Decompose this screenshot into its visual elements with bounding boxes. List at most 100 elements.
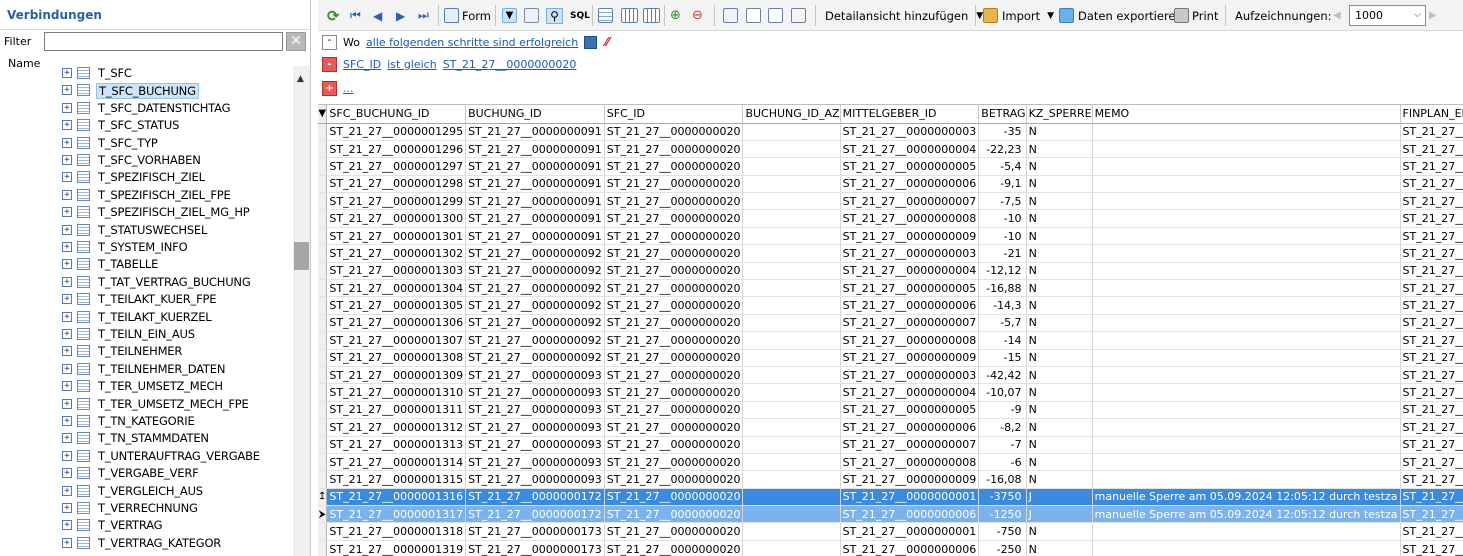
table-cell[interactable]: ST_21_27__0000000006 [840,505,980,524]
table-cell[interactable]: ST_21_27__0000000004 [840,140,980,159]
tree-item[interactable]: + T_SFC_TYP [0,135,293,152]
table-cell[interactable]: ST_21_27__0000000429 [1400,366,1463,385]
table-cell[interactable] [742,540,841,556]
table-cell[interactable]: ST_21_27__0000000008 [840,209,980,228]
table-cell[interactable]: -8,2 [978,418,1027,437]
table-cell[interactable] [1092,453,1401,472]
table-cell[interactable] [1092,366,1401,385]
table-cell[interactable]: ST_21_27__0000000093 [465,470,605,489]
table-cell[interactable]: ST_21_27__0000001301 [326,227,467,246]
table-cell[interactable]: -9 [978,401,1027,420]
table-cell[interactable]: ST_21_27__0000000020 [604,227,744,246]
scroll-up-icon[interactable]: ▲ [297,74,304,84]
table-cell[interactable] [1092,401,1401,420]
table-cell[interactable] [1092,192,1401,211]
save-filter-icon[interactable] [584,35,598,49]
tree-item[interactable]: + T_TN_STAMMDATEN [0,430,293,447]
table-cell[interactable]: ST_21_27__0000000429 [1400,470,1463,489]
table-cell[interactable]: ST_21_27__0000000420 [1400,488,1463,507]
row-header[interactable] [318,175,328,194]
table-cell[interactable]: ST_21_27__0000001303 [326,262,467,281]
table-cell[interactable] [1092,314,1401,333]
table-cell[interactable] [1092,296,1401,315]
tree-item[interactable]: + T_VERTRAG_KATEGOR [0,535,293,552]
table-cell[interactable]: ST_21_27__0000000091 [465,192,605,211]
table-cell[interactable]: ST_21_27__0000000173 [465,522,605,541]
table-cell[interactable]: manuelle Sperre am 05.09.2024 12:05:12 d… [1092,505,1401,524]
criteria-field[interactable]: SFC_ID [343,58,381,71]
expand-icon[interactable]: + [62,363,72,374]
table-cell[interactable]: N [1026,470,1093,489]
table-cell[interactable]: ST_21_27__0000001302 [326,244,467,263]
table-cell[interactable]: ST_21_27__0000000091 [465,227,605,246]
table-cell[interactable]: ST_21_27__0000000429 [1400,157,1463,176]
table-cell[interactable]: ST_21_27__0000000020 [604,157,744,176]
row-header[interactable] [318,244,328,263]
table-cell[interactable]: ST_21_27__0000000020 [604,296,744,315]
last-record-button[interactable]: ⏭ [418,5,429,26]
table-cell[interactable] [742,418,841,437]
table-cell[interactable]: ST_21_27__0000000020 [604,453,744,472]
row-header[interactable]: ↥ [318,488,328,507]
table-cell[interactable] [742,401,841,420]
table-cell[interactable]: ST_21_27__0000000092 [465,349,605,367]
table-cell[interactable] [742,470,841,489]
expand-icon[interactable]: + [62,537,72,548]
expand-icon[interactable]: + [62,520,72,531]
table-row[interactable]: ST_21_27__0000001299 ST_21_27__0000000091… [318,192,1463,211]
table-cell[interactable]: ST_21_27__0000000420 [1400,540,1463,556]
row-header[interactable] [318,209,328,228]
table-cell[interactable]: ST_21_27__0000000007 [840,192,980,211]
tree-item[interactable]: + T_TEILAKT_KUER_FPE [0,291,293,308]
table-cell[interactable]: N [1026,279,1093,298]
table-cell[interactable] [1092,540,1401,556]
table-row[interactable]: ST_21_27__0000001301 ST_21_27__0000000091… [318,227,1463,246]
table-cell[interactable]: N [1026,401,1093,420]
row-header[interactable] [318,331,328,350]
column-header[interactable]: BUCHUNG_ID [465,105,605,124]
table-row[interactable]: ST_21_27__0000001312 ST_21_27__0000000093… [318,418,1463,437]
table-cell[interactable]: N [1026,331,1093,350]
table-row[interactable]: ST_21_27__0000001302 ST_21_27__0000000092… [318,244,1463,263]
criteria-value[interactable]: ST_21_27__0000000020 [443,58,577,71]
table-cell[interactable]: ST_21_27__0000001315 [326,470,467,489]
records-prev-button[interactable]: ◀ [1333,5,1341,26]
table-row[interactable]: ST_21_27__0000001296 ST_21_27__0000000091… [318,140,1463,159]
row-header[interactable] [318,262,328,281]
table-cell[interactable]: ST_21_27__0000000429 [1400,140,1463,159]
column-header[interactable]: KZ_SPERRE [1026,105,1093,124]
table-cell[interactable] [1092,123,1401,141]
table-cell[interactable]: ST_21_27__0000000429 [1400,227,1463,246]
table-cell[interactable] [742,123,841,141]
table-cell[interactable]: ST_21_27__0000001305 [326,296,467,315]
table-cell[interactable]: ST_21_27__0000000093 [465,383,605,402]
table-cell[interactable]: ST_21_27__0000000020 [604,366,744,385]
table-cell[interactable]: -7,5 [978,192,1027,211]
save-row-button[interactable] [643,5,660,26]
table-cell[interactable]: -250 [978,540,1027,556]
table-row[interactable]: ST_21_27__0000001310 ST_21_27__0000000093… [318,383,1463,402]
table-cell[interactable]: ST_21_27__0000000003 [840,366,980,385]
next-record-button[interactable]: ▶ [396,5,405,26]
table-cell[interactable]: ST_21_27__0000000092 [465,262,605,281]
table-cell[interactable]: N [1026,192,1093,211]
expand-icon[interactable]: + [62,172,72,183]
table-row[interactable]: ST_21_27__0000001297 ST_21_27__0000000091… [318,157,1463,176]
table-cell[interactable] [1092,157,1401,176]
table-row[interactable]: ST_21_27__0000001305 ST_21_27__0000000092… [318,296,1463,315]
table-cell[interactable] [1092,331,1401,350]
table-cell[interactable]: -14,3 [978,296,1027,315]
table-cell[interactable] [1092,436,1401,454]
expand-icon[interactable]: + [62,503,72,513]
table-cell[interactable] [1092,279,1401,298]
table-cell[interactable]: ST_21_27__0000000093 [465,436,605,454]
table-row[interactable]: ST_21_27__0000001309 ST_21_27__0000000093… [318,366,1463,385]
table-cell[interactable] [742,296,841,315]
expand-icon[interactable]: + [62,276,72,287]
table-cell[interactable]: N [1026,123,1093,141]
table-row[interactable]: ST_21_27__0000001298 ST_21_27__0000000091… [318,175,1463,194]
filter-button[interactable]: ▼ [502,5,517,26]
tree-item[interactable]: + T_UNTERAUFTRAG_VERGABE [0,448,293,465]
table-cell[interactable]: ST_21_27__0000000020 [604,314,744,333]
column-header[interactable]: SFC_BUCHUNG_ID [326,105,467,124]
